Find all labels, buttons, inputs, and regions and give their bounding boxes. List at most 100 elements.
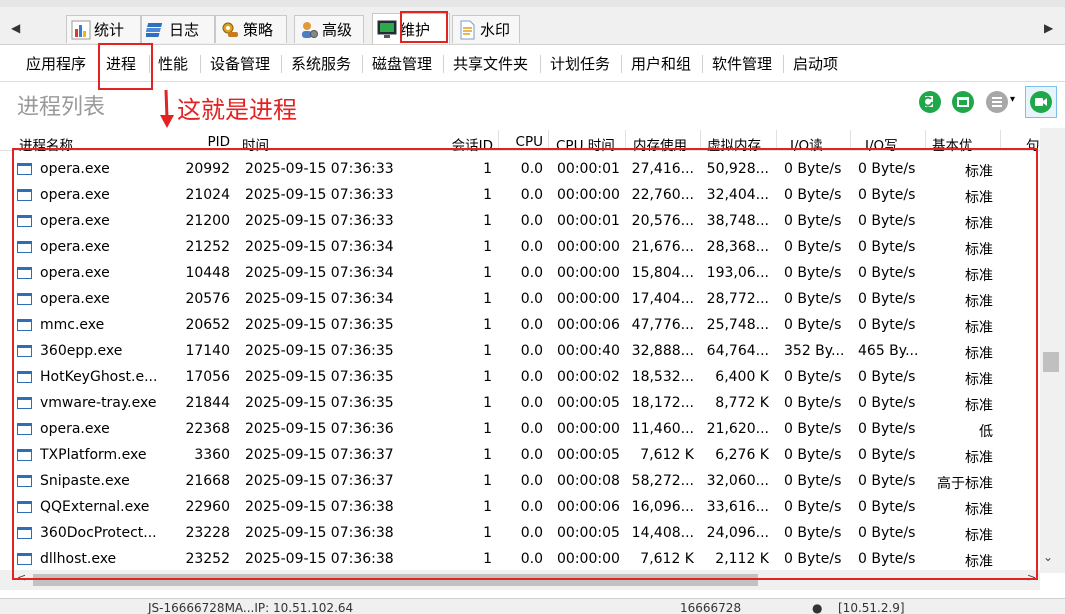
status-server-ip: [10.51.2.9] bbox=[838, 601, 905, 614]
subtab-processes[interactable]: 进程 bbox=[106, 53, 136, 74]
column-header-cpu[interactable]: CPU bbox=[505, 134, 543, 150]
table-row[interactable]: 360DocProtect... 23228 2025-09-15 07:36:… bbox=[0, 521, 1040, 547]
subtab-performance[interactable]: 性能 bbox=[158, 53, 188, 74]
window-icon bbox=[17, 423, 32, 435]
table-row[interactable]: opera.exe 21252 2025-09-15 07:36:34 1 0.… bbox=[0, 235, 1040, 261]
subtab-scheduled-tasks[interactable]: 计划任务 bbox=[550, 53, 610, 74]
cpu-time: 00:00:00 bbox=[557, 187, 620, 203]
table-row[interactable]: opera.exe 22368 2025-09-15 07:36:36 1 0.… bbox=[0, 417, 1040, 443]
table-row[interactable]: dllhost.exe 23252 2025-09-15 07:36:38 1 … bbox=[0, 547, 1040, 570]
cpu: 0.0 bbox=[520, 317, 543, 333]
vertical-scrollbar[interactable] bbox=[1040, 128, 1065, 573]
column-header-memory[interactable]: 内存使用 bbox=[633, 134, 697, 154]
session-id: 1 bbox=[483, 369, 492, 385]
base-priority: 标准 bbox=[965, 372, 993, 388]
table-row[interactable]: opera.exe 20992 2025-09-15 07:36:33 1 0.… bbox=[0, 157, 1040, 183]
column-header-io-read[interactable]: I/O读... bbox=[790, 134, 848, 154]
column-header-cpu-time[interactable]: CPU 时间 bbox=[556, 134, 622, 154]
column-header-handle[interactable]: 句 bbox=[1026, 134, 1040, 154]
io-write: 0 Byte/s bbox=[858, 369, 916, 385]
subtab-shared-folders[interactable]: 共享文件夹 bbox=[453, 53, 528, 74]
base-priority: 标准 bbox=[965, 450, 993, 466]
base-priority: 标准 bbox=[965, 164, 993, 180]
table-row[interactable]: Snipaste.exe 21668 2025-09-15 07:36:37 1… bbox=[0, 469, 1040, 495]
tab-advanced[interactable]: 高级 bbox=[294, 15, 364, 43]
table-row[interactable]: QQExternal.exe 22960 2025-09-15 07:36:38… bbox=[0, 495, 1040, 521]
base-priority: 标准 bbox=[965, 190, 993, 206]
tab-watermark[interactable]: 水印 bbox=[452, 15, 520, 43]
io-write: 0 Byte/s bbox=[858, 265, 916, 281]
subtab-startup-items[interactable]: 启动项 bbox=[793, 53, 838, 74]
table-row[interactable]: HotKeyGhost.e... 17056 2025-09-15 07:36:… bbox=[0, 365, 1040, 391]
base-priority: 标准 bbox=[965, 346, 993, 362]
start-time: 2025-09-15 07:36:35 bbox=[245, 395, 394, 411]
scroll-right-small-icon[interactable]: > bbox=[1027, 571, 1036, 584]
pid: 23252 bbox=[185, 551, 230, 567]
io-write: 0 Byte/s bbox=[858, 187, 916, 203]
column-header-time[interactable]: 时间 bbox=[242, 134, 362, 154]
tab-statistics[interactable]: 统计 bbox=[66, 15, 141, 43]
separator bbox=[540, 55, 541, 73]
session-id: 1 bbox=[483, 473, 492, 489]
window-button-icon[interactable] bbox=[951, 90, 975, 114]
scroll-right-arrow-icon[interactable]: ▶ bbox=[1044, 21, 1053, 35]
io-write: 0 Byte/s bbox=[858, 213, 916, 229]
io-write: 0 Byte/s bbox=[858, 473, 916, 489]
record-button[interactable] bbox=[1025, 86, 1057, 118]
subtab-applications[interactable]: 应用程序 bbox=[26, 53, 86, 74]
cpu-time: 00:00:02 bbox=[557, 369, 620, 385]
column-header-session-id[interactable]: 会话ID bbox=[440, 134, 493, 154]
subtab-software-management[interactable]: 软件管理 bbox=[712, 53, 772, 74]
window-icon bbox=[17, 449, 32, 461]
subtab-users-groups[interactable]: 用户和组 bbox=[631, 53, 691, 74]
cpu-time: 00:00:05 bbox=[557, 525, 620, 541]
virtual-memory: 2,112 K bbox=[715, 551, 769, 567]
column-header-pid[interactable]: PID bbox=[175, 134, 230, 150]
tab-label: 策略 bbox=[243, 21, 274, 39]
refresh-button-icon[interactable] bbox=[918, 90, 942, 114]
memory-usage: 32,888... bbox=[631, 343, 694, 359]
cpu: 0.0 bbox=[520, 239, 543, 255]
subtab-disk-management[interactable]: 磁盘管理 bbox=[372, 53, 432, 74]
memory-usage: 22,760... bbox=[631, 187, 694, 203]
process-name: QQExternal.exe bbox=[40, 499, 150, 515]
subtab-device-manager[interactable]: 设备管理 bbox=[210, 53, 270, 74]
column-header-virtual-memory[interactable]: 虚拟内存 bbox=[707, 134, 773, 154]
list-options-icon[interactable] bbox=[985, 90, 1009, 114]
tab-policy[interactable]: 策略 bbox=[215, 15, 287, 43]
table-row[interactable]: TXPlatform.exe 3360 2025-09-15 07:36:37 … bbox=[0, 443, 1040, 469]
session-id: 1 bbox=[483, 525, 492, 541]
table-row[interactable]: opera.exe 10448 2025-09-15 07:36:34 1 0.… bbox=[0, 261, 1040, 287]
table-row[interactable]: opera.exe 21200 2025-09-15 07:36:33 1 0.… bbox=[0, 209, 1040, 235]
process-name: mmc.exe bbox=[40, 317, 105, 333]
tab-logs[interactable]: 日志 bbox=[141, 15, 215, 43]
horizontal-scrollbar-thumb[interactable] bbox=[33, 574, 758, 586]
scroll-left-arrow-icon[interactable]: ◀ bbox=[11, 21, 20, 35]
status-id: 16666728 bbox=[680, 601, 742, 614]
process-name: opera.exe bbox=[40, 265, 110, 281]
start-time: 2025-09-15 07:36:35 bbox=[245, 317, 394, 333]
cpu-time: 00:00:00 bbox=[557, 265, 620, 281]
cpu: 0.0 bbox=[520, 291, 543, 307]
scroll-down-arrow-icon[interactable]: ⌄ bbox=[1043, 550, 1053, 564]
vertical-scrollbar-thumb[interactable] bbox=[1043, 352, 1059, 372]
dropdown-caret-icon[interactable]: ▾ bbox=[1010, 94, 1015, 105]
table-row[interactable]: vmware-tray.exe 21844 2025-09-15 07:36:3… bbox=[0, 391, 1040, 417]
column-header-base-priority[interactable]: 基本优... bbox=[932, 134, 996, 154]
table-row[interactable]: opera.exe 20576 2025-09-15 07:36:34 1 0.… bbox=[0, 287, 1040, 313]
io-write: 0 Byte/s bbox=[858, 499, 916, 515]
column-header-io-write[interactable]: I/O写... bbox=[865, 134, 923, 154]
annotation-arrow-icon bbox=[160, 89, 174, 128]
tab-maintenance[interactable]: 维护 bbox=[372, 13, 450, 44]
cpu-time: 00:00:01 bbox=[557, 161, 620, 177]
subtab-system-services[interactable]: 系统服务 bbox=[291, 53, 351, 74]
table-row[interactable]: mmc.exe 20652 2025-09-15 07:36:35 1 0.0 … bbox=[0, 313, 1040, 339]
table-row[interactable]: 360epp.exe 17140 2025-09-15 07:36:35 1 0… bbox=[0, 339, 1040, 365]
io-read: 0 Byte/s bbox=[784, 161, 842, 177]
table-row[interactable]: opera.exe 21024 2025-09-15 07:36:33 1 0.… bbox=[0, 183, 1040, 209]
session-id: 1 bbox=[483, 265, 492, 281]
io-read: 0 Byte/s bbox=[784, 317, 842, 333]
column-header-name[interactable]: 进程名称 bbox=[19, 134, 129, 154]
separator bbox=[702, 55, 703, 73]
scroll-left-small-icon[interactable]: < bbox=[17, 571, 26, 584]
